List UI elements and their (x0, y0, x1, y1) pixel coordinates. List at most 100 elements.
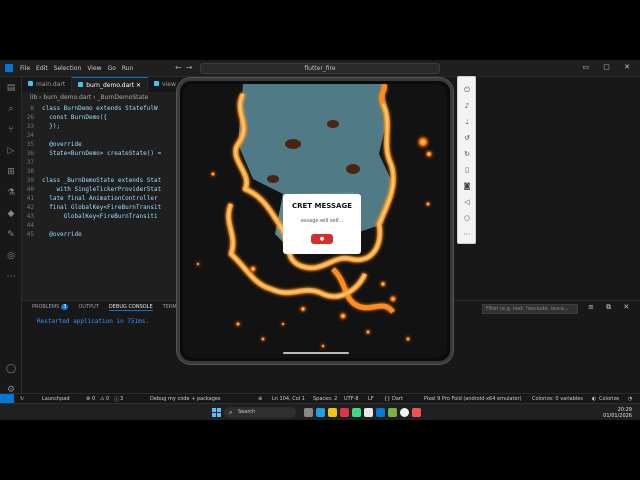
breadcrumb[interactable]: lib › burn_demo.dart › _BurnDemoState (30, 94, 148, 101)
status-device[interactable]: Pixel 9 Pro Fold (android-x64 emulator) (424, 396, 522, 402)
bell-icon[interactable]: ◔ (628, 396, 632, 402)
app-taskbar-icon[interactable] (400, 408, 409, 417)
code-line[interactable]: 43 GlobalKey<FireBurnTransiti (22, 212, 182, 221)
tab-burn-demo-dart[interactable]: burn_demo.dart ✕ (72, 77, 149, 92)
tab-output[interactable]: OUTPUT (78, 304, 98, 311)
status-eol[interactable]: LF (368, 396, 374, 402)
code-text: class _BurnDemoState extends Stat (42, 177, 162, 184)
zoom-icon[interactable]: ⊕ (258, 396, 262, 402)
code-line[interactable]: 42 final GlobalKey<FireBurnTransit (22, 203, 182, 212)
menu-file[interactable]: File (20, 65, 30, 72)
taskbar-search[interactable]: ⌕ Search (224, 407, 296, 418)
android-studio-icon[interactable] (352, 408, 361, 417)
menu-run[interactable]: Run (122, 65, 134, 72)
status-colorize-vars[interactable]: Colorize: 0 variables (532, 396, 583, 402)
tab-main-dart[interactable]: main.dart (22, 77, 73, 92)
emulator-taskbar-icon[interactable] (388, 408, 397, 417)
system-tray[interactable]: 20:29 01/01/2026 (603, 407, 632, 419)
screenshot-icon[interactable]: ◙ (462, 181, 472, 191)
record-taskbar-icon[interactable] (412, 408, 421, 417)
source-control-icon[interactable]: ⑂ (6, 125, 16, 135)
menu-selection[interactable]: Selection (54, 65, 82, 72)
status-warnings[interactable]: 0 (106, 396, 109, 402)
tools-icon[interactable]: ✎ (6, 230, 16, 240)
rotate-left-icon[interactable]: ↺ (462, 133, 472, 143)
code-line[interactable]: 34 (22, 131, 182, 140)
browser-icon[interactable] (340, 408, 349, 417)
testing-icon[interactable]: ⚗ (6, 188, 16, 198)
taskbar: ⌕ Search 20:29 01/01/2026 (0, 403, 640, 420)
app-screen[interactable]: CRET MESSAGE essage will self... ● (183, 84, 447, 358)
burn-button[interactable]: ● (311, 234, 333, 244)
warning-icon: ⚠ (100, 396, 105, 402)
code-line[interactable]: 33 }); (22, 122, 182, 131)
code-line[interactable]: 26 const BurnDemo({ (22, 113, 182, 122)
code-area[interactable]: 8 class BurnDemo extends StatefulW 26 cons… (22, 104, 182, 239)
emulator-toolbar: ⏻ ♪ ♩ ↺ ↻ ▯ ◙ ◁ ○ ⋯ (457, 76, 476, 244)
code-line[interactable]: 8 class BurnDemo extends StatefulW (22, 104, 182, 113)
line-number: 36 (26, 150, 34, 157)
code-line[interactable]: 45 @override (22, 230, 182, 239)
chat-icon[interactable] (316, 408, 325, 417)
code-line[interactable]: 35 @override (22, 140, 182, 149)
sync-icon[interactable]: ↻ (20, 396, 24, 402)
more-icon[interactable]: ⋯ (6, 272, 16, 282)
home-indicator[interactable] (283, 352, 349, 354)
home-icon[interactable]: ○ (462, 213, 472, 223)
power-icon[interactable]: ⏻ (462, 85, 472, 95)
extensions-icon[interactable]: ⊞ (6, 167, 16, 177)
more-options-icon[interactable]: ⋯ (462, 229, 472, 239)
code-line[interactable]: 38 (22, 167, 182, 176)
status-info[interactable]: 3 (120, 396, 123, 402)
remote-icon[interactable]: ◎ (6, 251, 16, 261)
status-debug-mode[interactable]: Debug my code + packages (150, 396, 221, 402)
menu-view[interactable]: View (87, 65, 101, 72)
status-launchpad[interactable]: Launchpad (42, 396, 70, 402)
code-line[interactable]: 44 (22, 221, 182, 230)
tab-problems[interactable]: PROBLEMS 3 (32, 304, 69, 311)
menu-edit[interactable]: Edit (36, 65, 48, 72)
run-debug-icon[interactable]: ▷ (6, 146, 16, 156)
console-filter-input[interactable]: Filter (e.g. text, !exclude, \esca... (482, 304, 578, 314)
code-line[interactable]: 41 late final AnimationController (22, 194, 182, 203)
status-spaces[interactable]: Spaces: 2 (313, 396, 337, 402)
tab-debug-console[interactable]: DEBUG CONSOLE (108, 304, 153, 311)
windows-start-icon[interactable] (212, 408, 221, 417)
activity-bar: ▤ ⌕ ⑂ ▷ ⊞ ⚗ ◆ ✎ ◎ ⋯ ◯ ⚙ (0, 77, 22, 403)
vscode-taskbar-icon[interactable] (376, 408, 385, 417)
search-icon: ⌕ (229, 409, 233, 416)
code-line[interactable]: 36 State<BurnDemo> createState() = (22, 149, 182, 158)
volume-down-icon[interactable]: ♩ (462, 117, 472, 127)
explorer-icon[interactable]: ▤ (6, 83, 16, 93)
account-icon[interactable]: ◯ (6, 364, 16, 374)
code-line[interactable]: 39 class _BurnDemoState extends Stat (22, 176, 182, 185)
code-line[interactable]: 40 with SingleTickerProviderStat (22, 185, 182, 194)
flutter-icon[interactable]: ◆ (6, 209, 16, 219)
status-errors[interactable]: 0 (92, 396, 95, 402)
task-view-icon[interactable] (304, 408, 313, 417)
search-icon[interactable]: ⌕ (6, 104, 16, 114)
status-encoding[interactable]: UTF-8 (344, 396, 359, 402)
status-language[interactable]: Dart (392, 396, 403, 402)
back-icon[interactable]: ◁ (462, 197, 472, 207)
taskbar-search-label: Search (238, 409, 256, 415)
command-center[interactable]: flutter_fire (200, 63, 440, 74)
media-icon[interactable] (364, 408, 373, 417)
volume-up-icon[interactable]: ♪ (462, 101, 472, 111)
nav-arrows-icon[interactable]: ←→ (175, 63, 196, 72)
file-explorer-icon[interactable] (328, 408, 337, 417)
menu-go[interactable]: Go (108, 65, 116, 72)
window-controls-icon[interactable]: ▭ ▢ ✕ (582, 63, 636, 71)
code-text: class BurnDemo extends StatefulW (42, 105, 158, 112)
tab-label: burn_demo.dart (86, 82, 135, 89)
tab-terminal[interactable]: TERMI (163, 304, 178, 311)
console-output: Restarted application in 751ms. (37, 318, 149, 325)
dart-file-icon (154, 81, 160, 86)
vscode-logo-icon (5, 64, 13, 72)
code-line[interactable]: 37 (22, 158, 182, 167)
status-cursor[interactable]: Ln 104, Col 1 (272, 396, 305, 402)
fold-icon[interactable]: ▯ (462, 165, 472, 175)
status-colorize[interactable]: Colorize (599, 396, 619, 402)
rotate-right-icon[interactable]: ↻ (462, 149, 472, 159)
panel-actions-icon[interactable]: ≡ ⧉ ✕ (588, 303, 634, 312)
